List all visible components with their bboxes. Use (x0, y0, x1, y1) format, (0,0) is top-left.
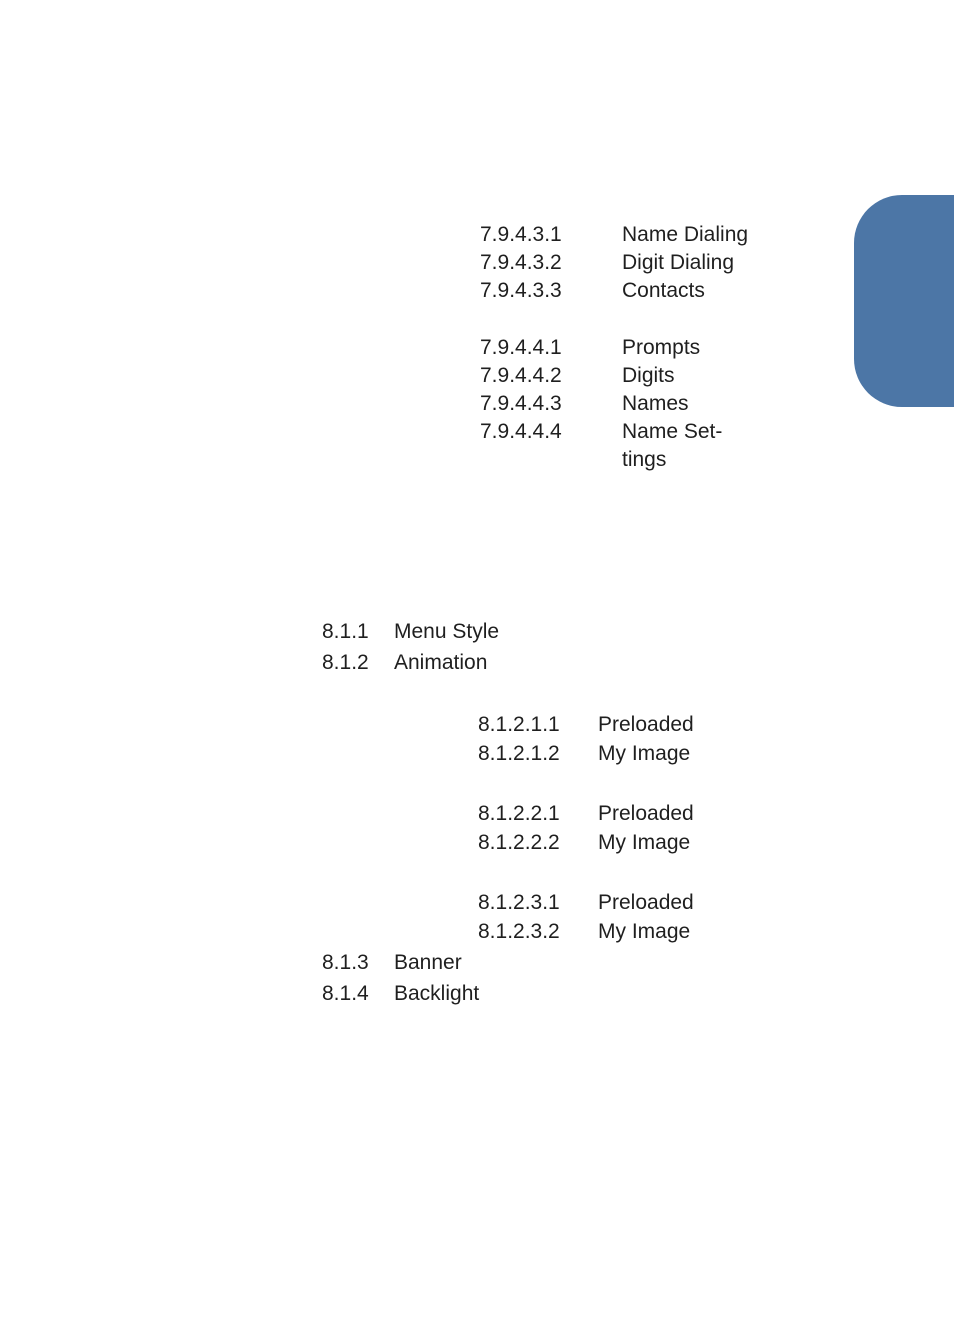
toc-label: Name Dialing (622, 221, 762, 249)
toc-label: Preloaded (598, 800, 694, 828)
toc-number: 7.9.4.4.2 (480, 362, 562, 390)
toc-number: 7.9.4.3.2 (480, 249, 562, 277)
toc-number: 8.1.2.1.1 (478, 711, 560, 739)
toc-label: Name Set- (622, 418, 762, 446)
toc-number: 7.9.4.4.3 (480, 390, 562, 418)
toc-number: 8.1.2.2.1 (478, 800, 560, 828)
toc-number: 7.9.4.4.4 (480, 418, 562, 446)
toc-number: 7.9.4.3.1 (480, 221, 562, 249)
toc-number: 8.1.1 (322, 618, 369, 646)
toc-label: Preloaded (598, 711, 694, 739)
toc-label: Backlight (394, 980, 479, 1008)
toc-label: Menu Style (394, 618, 499, 646)
toc-label: Contacts (622, 277, 762, 305)
toc-label: Names (622, 390, 762, 418)
toc-number: 8.1.2.3.1 (478, 889, 560, 917)
document-page: { "block1": [ { "num": "7.9.4.3.1", "txt… (0, 0, 954, 1319)
toc-label: My Image (598, 829, 690, 857)
toc-label-continuation: tings (622, 446, 762, 474)
toc-label: Digits (622, 362, 762, 390)
toc-number: 7.9.4.3.3 (480, 277, 562, 305)
thumb-tab (854, 195, 954, 407)
toc-number: 8.1.4 (322, 980, 369, 1008)
toc-number: 8.1.2.1.2 (478, 740, 560, 768)
toc-number: 8.1.2 (322, 649, 369, 677)
toc-number: 7.9.4.4.1 (480, 334, 562, 362)
toc-label: Animation (394, 649, 487, 677)
toc-number: 8.1.2.2.2 (478, 829, 560, 857)
toc-label: Digit Dialing (622, 249, 762, 277)
toc-label: My Image (598, 918, 690, 946)
toc-number: 8.1.3 (322, 949, 369, 977)
toc-label: Preloaded (598, 889, 694, 917)
toc-number: 8.1.2.3.2 (478, 918, 560, 946)
toc-label: Banner (394, 949, 462, 977)
toc-label: Prompts (622, 334, 762, 362)
toc-label: My Image (598, 740, 690, 768)
